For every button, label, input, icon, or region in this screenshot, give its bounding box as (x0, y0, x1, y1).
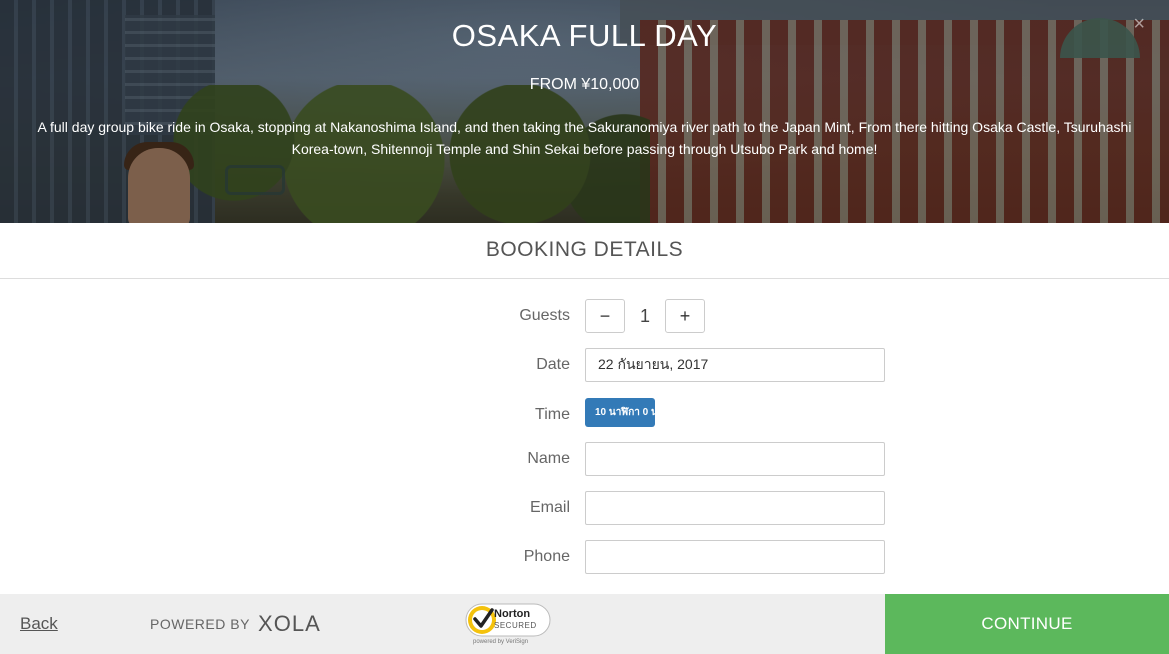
booking-details-heading: BOOKING DETAILS (0, 223, 1169, 279)
powered-by: POWERED BY XOLA (150, 611, 321, 636)
hero-banner: OSAKA FULL DAY FROM ¥10,000 A full day g… (0, 0, 1169, 223)
powered-by-label: POWERED BY (150, 616, 250, 632)
guests-row: Guests − 1 + (0, 299, 1169, 333)
date-label: Date (536, 356, 570, 373)
back-link[interactable]: Back (20, 614, 58, 634)
tour-description: A full day group bike ride in Osaka, sto… (37, 119, 1132, 157)
guests-increment-button[interactable]: + (665, 299, 705, 333)
norton-title: Norton (494, 608, 531, 620)
time-options: 10 นาฬิกา 0 น (585, 398, 655, 427)
time-row: Time 10 นาฬิกา 0 น (0, 398, 1169, 432)
date-field-wrapper (585, 348, 885, 382)
phone-label: Phone (523, 548, 570, 565)
name-label: Name (527, 450, 570, 467)
close-icon[interactable]: × (1133, 14, 1145, 34)
date-row: Date (0, 348, 1169, 382)
footer-bar: Back POWERED BY XOLA Norton SECURED powe… (0, 594, 1169, 654)
norton-powered-by: powered by VeriSign (473, 639, 529, 645)
name-row: Name (0, 442, 1169, 476)
email-field-wrapper (585, 491, 885, 525)
guests-count: 1 (639, 306, 650, 326)
phone-row: Phone (0, 540, 1169, 574)
norton-subtitle: SECURED (494, 621, 537, 630)
name-field[interactable] (585, 442, 885, 476)
email-label: Email (529, 499, 570, 516)
phone-field[interactable] (585, 540, 885, 574)
guests-decrement-button[interactable]: − (585, 299, 625, 333)
email-row: Email (0, 491, 1169, 525)
date-field[interactable] (585, 348, 885, 382)
guests-stepper: − 1 + (585, 299, 705, 333)
phone-field-wrapper (585, 540, 885, 574)
time-label: Time (535, 406, 570, 423)
continue-button[interactable]: CONTINUE (885, 594, 1169, 654)
xola-logo: XOLA (258, 611, 321, 636)
tour-title: OSAKA FULL DAY (451, 18, 718, 53)
norton-secured-badge: Norton SECURED powered by VeriSign (465, 602, 555, 648)
email-field[interactable] (585, 491, 885, 525)
name-field-wrapper (585, 442, 885, 476)
guests-label: Guests (519, 307, 570, 324)
tour-price: FROM ¥10,000 (529, 76, 640, 93)
time-slot-button[interactable]: 10 นาฬิกา 0 น (585, 398, 655, 427)
